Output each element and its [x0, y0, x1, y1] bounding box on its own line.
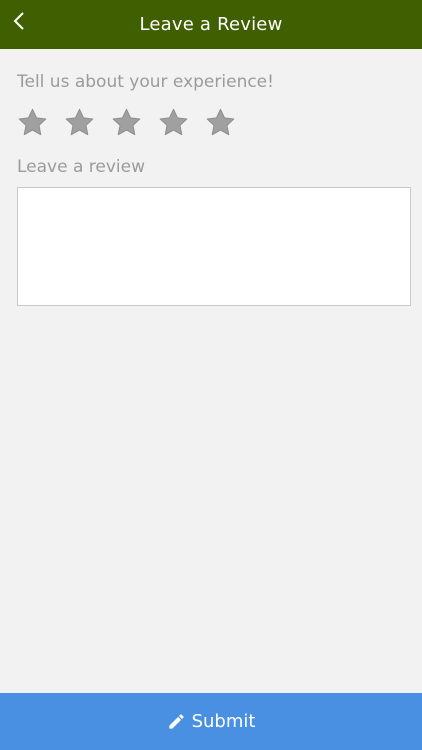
star-icon-4[interactable] [158, 107, 189, 138]
submit-button[interactable]: Submit [0, 693, 422, 750]
review-text-field[interactable] [17, 187, 411, 306]
submit-label: Submit [191, 711, 256, 732]
pencil-icon [167, 712, 187, 732]
star-icon-2[interactable] [64, 107, 95, 138]
star-icon-5[interactable] [205, 107, 236, 138]
review-screen: Leave a Review Tell us about your experi… [0, 0, 422, 750]
header-bar: Leave a Review [0, 0, 422, 49]
back-button[interactable] [8, 7, 30, 35]
review-label: Leave a review [17, 157, 146, 177]
experience-prompt: Tell us about your experience! [17, 72, 274, 92]
star-icon-1[interactable] [17, 107, 48, 138]
star-icon-3[interactable] [111, 107, 142, 138]
star-rating [17, 107, 236, 138]
chevron-left-icon [13, 12, 24, 30]
page-title: Leave a Review [139, 14, 283, 35]
